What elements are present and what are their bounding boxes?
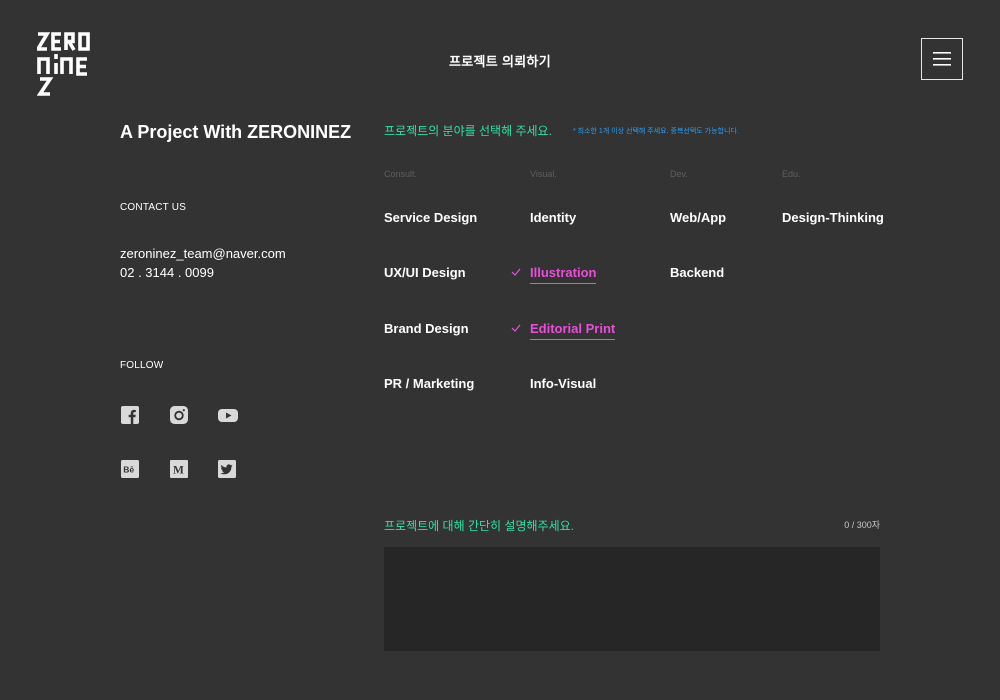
description-textarea[interactable] xyxy=(384,547,880,651)
option-service-design[interactable]: Service Design xyxy=(384,210,477,226)
option-illustration[interactable]: Illustration xyxy=(511,265,597,284)
category-header-edu: Edu. xyxy=(782,169,801,179)
option-label: Service Design xyxy=(384,210,478,225)
medium-icon: M xyxy=(170,460,188,478)
option-label: UX/UI Design xyxy=(384,265,466,280)
option-backend[interactable]: Backend xyxy=(670,265,724,281)
option-identity[interactable]: Identity xyxy=(530,210,576,226)
option-label: Brand Design xyxy=(384,321,469,336)
facebook-icon xyxy=(121,406,139,424)
svg-text:M: M xyxy=(173,465,184,477)
menu-button[interactable] xyxy=(921,38,963,80)
option-ux-ui-design[interactable]: UX/UI Design xyxy=(384,265,466,281)
option-editorial-print[interactable]: Editorial Print xyxy=(511,321,616,340)
youtube-icon xyxy=(218,409,238,422)
category-header-visual: Visual. xyxy=(530,169,557,179)
option-label: Design-Thinking xyxy=(782,210,884,225)
medium-link[interactable]: M xyxy=(170,460,188,478)
behance-link[interactable]: Bē xyxy=(121,460,139,478)
facebook-link[interactable] xyxy=(121,406,139,424)
follow-label: FOLLOW xyxy=(120,360,164,371)
contact-phone[interactable]: 02 . 3144 . 0099 xyxy=(120,265,214,280)
contact-email[interactable]: zeroninez_team@naver.com xyxy=(120,246,286,261)
option-label: Identity xyxy=(530,210,577,225)
twitter-link[interactable] xyxy=(218,460,236,478)
option-brand-design[interactable]: Brand Design xyxy=(384,321,469,337)
instagram-icon xyxy=(170,406,188,424)
character-counter: 0 / 300자 xyxy=(844,520,880,530)
hamburger-icon xyxy=(933,52,951,66)
description-title: 프로젝트에 대해 간단히 설명해주세요. xyxy=(384,519,574,533)
option-pr-marketing[interactable]: PR / Marketing xyxy=(384,376,474,392)
category-header-consult: Consult. xyxy=(384,169,418,179)
option-label: PR / Marketing xyxy=(384,376,475,391)
youtube-link[interactable] xyxy=(218,406,238,424)
option-design-thinking[interactable]: Design-Thinking xyxy=(782,210,884,226)
option-label: Illustration xyxy=(530,265,597,284)
page-title: 프로젝트 의뢰하기 xyxy=(449,54,551,69)
field-selection-note: * 최소한 1개 이상 선택해 주세요. 중복선택도 가능합니다. xyxy=(573,128,739,135)
option-label: Web/App xyxy=(670,210,727,225)
check-icon xyxy=(511,324,521,332)
behance-icon: Bē xyxy=(121,460,139,478)
field-selection-title: 프로젝트의 분야를 선택해 주세요. xyxy=(384,124,552,138)
twitter-icon xyxy=(218,460,236,478)
option-label: Editorial Print xyxy=(530,321,616,340)
instagram-link[interactable] xyxy=(170,406,188,424)
contact-label: CONTACT US xyxy=(120,202,187,213)
option-web-app[interactable]: Web/App xyxy=(670,210,726,226)
sidebar-title: A Project With ZERONINEZ xyxy=(120,122,352,142)
svg-text:Bē: Bē xyxy=(123,465,134,475)
category-header-dev: Dev. xyxy=(670,169,688,179)
option-label: Backend xyxy=(670,265,725,280)
check-icon xyxy=(511,268,521,276)
option-info-visual[interactable]: Info-Visual xyxy=(530,376,596,392)
option-label: Info-Visual xyxy=(530,376,597,391)
